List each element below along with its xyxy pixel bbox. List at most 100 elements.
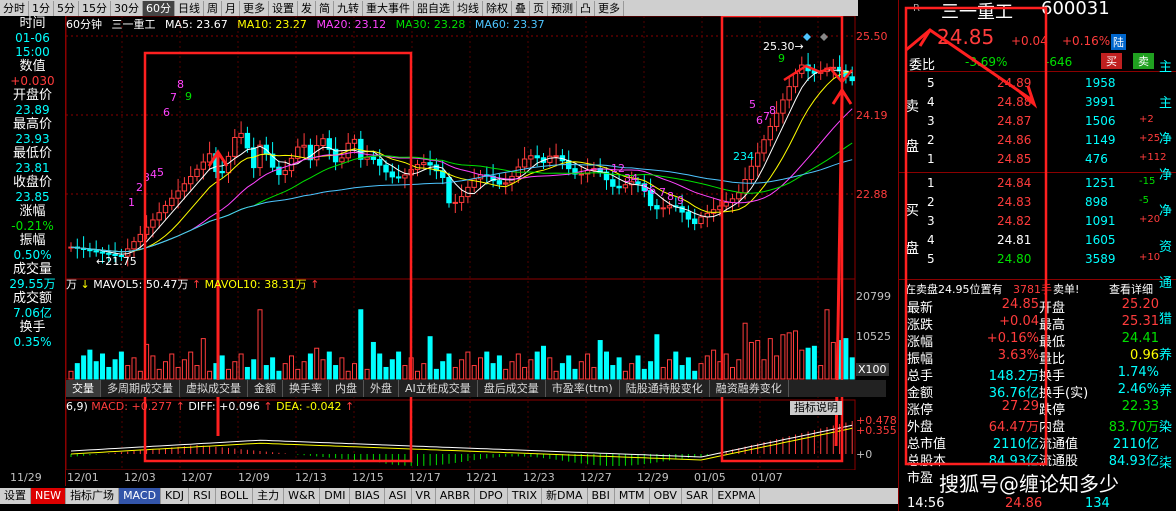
bottom-tab[interactable]: ARBR — [436, 488, 476, 504]
toolbar-item[interactable]: 页 — [530, 0, 548, 16]
toolbar-item[interactable]: 预测 — [548, 0, 577, 16]
bottom-tab[interactable]: VR — [412, 488, 436, 504]
bottom-tab[interactable]: TRIX — [508, 488, 542, 504]
bottom-tab[interactable]: ASI — [385, 488, 412, 504]
toolbar-item[interactable]: 60分 — [143, 0, 175, 16]
bottom-tab[interactable]: 设置 — [0, 488, 31, 504]
toolbar-item[interactable]: 均线 — [454, 0, 483, 16]
volume-bar — [415, 370, 420, 380]
td-fall-count: 34 — [624, 172, 638, 185]
toolbar-item[interactable]: 分时 — [0, 0, 29, 16]
mavol5-label: MAVOL5: 50.47万 — [93, 278, 189, 291]
info-label: 成交量 — [12, 262, 52, 277]
indicator-tab[interactable]: 虚拟成交量 — [180, 380, 248, 397]
date-tick: 12/23 — [523, 471, 555, 484]
info-label: 最高价 — [12, 117, 52, 132]
candle-body — [452, 201, 459, 204]
indicator-tab[interactable]: 换手率 — [283, 380, 329, 397]
toolbar-item[interactable]: 设置 — [269, 0, 298, 16]
bottom-tab[interactable]: W&R — [284, 488, 321, 504]
candle-body — [238, 132, 244, 139]
toolbar-item[interactable]: 15分 — [79, 0, 111, 16]
td-rise-count: 2 — [136, 181, 143, 194]
candle-body — [421, 162, 427, 166]
volume-bar — [471, 365, 477, 380]
toolbar-item[interactable]: 更多 — [240, 0, 269, 16]
tick-price: 24.86 — [1005, 496, 1043, 511]
toolbar-item[interactable]: 月 — [222, 0, 240, 16]
toolbar-item[interactable]: 㗊自选 — [414, 0, 454, 16]
bottom-tab[interactable]: KDJ — [161, 488, 189, 504]
bottom-tab[interactable]: NEW — [31, 488, 67, 504]
volume-bar — [698, 363, 704, 380]
toolbar-item[interactable]: 九转 — [334, 0, 363, 16]
toolbar-item[interactable]: 更多 — [595, 0, 624, 16]
indicator-tab[interactable]: 融资融券变化 — [710, 380, 789, 397]
candle-body — [169, 197, 175, 206]
bottom-tab[interactable]: 新DMA — [542, 488, 588, 504]
tick-volume: 134 — [1085, 496, 1110, 511]
volume-bar — [641, 368, 647, 380]
bottom-tab[interactable]: BBI — [588, 488, 615, 504]
info-value: 0.35% — [13, 335, 52, 349]
volume-bar — [622, 370, 628, 380]
bottom-tab[interactable]: DPO — [475, 488, 508, 504]
toolbar-item[interactable]: 发 — [298, 0, 316, 16]
volume-bar — [118, 351, 124, 380]
volume-bar — [667, 359, 672, 380]
bottom-tab[interactable]: RSI — [189, 488, 216, 504]
indicator-tab[interactable]: 盘后成交量 — [478, 380, 546, 397]
candle-body — [181, 183, 188, 192]
toolbar-item[interactable]: 周 — [204, 0, 222, 16]
td-rise-count: 4 — [150, 168, 157, 181]
toolbar-item[interactable]: 1分 — [29, 0, 54, 16]
bottom-tab[interactable]: EXPMA — [713, 488, 761, 504]
volume-bar — [314, 347, 320, 380]
bottom-tab[interactable]: SAR — [682, 488, 714, 504]
bottom-tab[interactable]: BIAS — [350, 488, 385, 504]
volume-bar — [364, 368, 370, 380]
indicator-tab[interactable]: 内盘 — [329, 380, 364, 397]
indicator-tab[interactable]: 市盈率(ttm) — [546, 380, 620, 397]
candle-body — [282, 170, 288, 176]
indicator-tab[interactable]: 陆股通持股变化 — [620, 380, 710, 397]
info-value: -0.21% — [11, 219, 54, 233]
highlight-box-quote — [904, 6, 1048, 466]
indicator-tab[interactable]: AI立桩成交量 — [399, 380, 478, 397]
volume-bar — [553, 370, 559, 380]
candle-body — [503, 182, 509, 185]
volume-bar — [528, 359, 534, 380]
toolbar-item[interactable]: 日线 — [175, 0, 204, 16]
date-tick: 12/17 — [409, 471, 441, 484]
bottom-tab[interactable]: MACD — [119, 488, 162, 504]
bottom-tab[interactable]: 主力 — [253, 488, 285, 504]
indicator-tab[interactable]: 外盘 — [364, 380, 399, 397]
toolbar-item[interactable]: 凸 — [577, 0, 595, 16]
candle-body — [150, 219, 156, 228]
volume-bar — [238, 353, 244, 380]
volume-bar — [137, 370, 143, 380]
bottom-tab[interactable]: MTM — [615, 488, 650, 504]
toolbar-item[interactable]: 叠 — [512, 0, 530, 16]
volume-bar — [427, 336, 433, 380]
volume-bar — [326, 351, 332, 380]
toolbar-item[interactable]: 5分 — [54, 0, 79, 16]
info-label: 成交额 — [12, 291, 52, 306]
indicator-tab[interactable]: 金额 — [248, 380, 283, 397]
toolbar-item[interactable]: 30分 — [111, 0, 143, 16]
bottom-tab[interactable]: BOLL — [216, 488, 254, 504]
indicator-tab[interactable]: 交量 — [66, 380, 101, 397]
toolbar-item[interactable]: 重大事件 — [363, 0, 414, 16]
candle-body — [339, 157, 345, 163]
candle-body — [307, 144, 314, 161]
bottom-tab[interactable]: OBV — [650, 488, 682, 504]
toolbar-item[interactable]: 除权 — [483, 0, 512, 16]
bottom-tab[interactable]: 指标广场 — [66, 488, 120, 504]
up-arrow-icon: ↑ — [191, 278, 202, 291]
toolbar-item[interactable]: 简 — [316, 0, 334, 16]
candle-body — [521, 158, 528, 168]
indicator-tab[interactable]: 多周期成交量 — [101, 380, 180, 397]
volume-indicator-tabs: 交量 多周期成交量 虚拟成交量 金额 换手率 内盘 外盘 AI立桩成交量 盘后成交量 市盈率(tt… — [66, 380, 886, 397]
dea-value: DEA: -0.042 — [276, 400, 342, 413]
bottom-tab[interactable]: DMI — [320, 488, 351, 504]
